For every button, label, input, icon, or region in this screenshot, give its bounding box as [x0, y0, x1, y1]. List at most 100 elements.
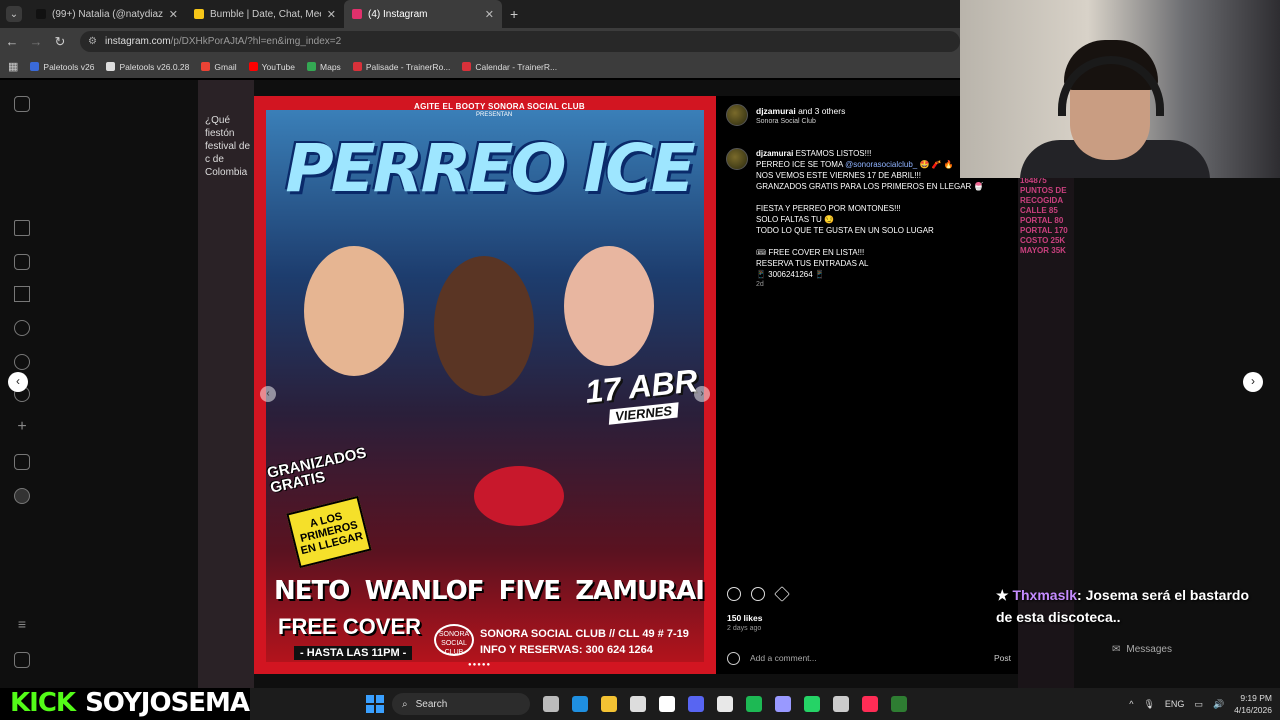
taskbar-search[interactable]: ⌕ Search [392, 693, 530, 715]
bookmark-item[interactable]: Paletools v26 [30, 62, 94, 72]
site-info-icon[interactable]: ⚙ [88, 36, 97, 47]
comment-input-row: Add a comment... Post [727, 651, 1011, 665]
bookmark-item[interactable]: Gmail [201, 61, 237, 72]
tiktok-live-icon[interactable] [862, 696, 878, 712]
bookmark-label: Palisade - TrainerRo... [365, 61, 451, 72]
post-caption: djzamurai ESTAMOS LISTOS!!! PERREO ICE S… [756, 149, 984, 279]
tab-favicon-icon [352, 9, 362, 19]
reload-icon[interactable]: ↻ [48, 34, 72, 50]
task-view-icon[interactable] [543, 696, 559, 712]
post-location[interactable]: Sonora Social Club [756, 118, 816, 125]
post-age: 2 days ago [727, 625, 762, 632]
prev-post-chevron-icon[interactable]: ‹ [8, 372, 28, 392]
bookmark-label: Paletools v26.0.28 [119, 61, 190, 72]
person-left [304, 246, 404, 376]
create-icon[interactable]: + [14, 419, 30, 436]
volume-icon[interactable]: 🔊 [1213, 699, 1224, 710]
like-heart-icon[interactable] [727, 587, 741, 601]
tiktok-icon[interactable] [659, 696, 675, 712]
language-indicator[interactable]: ENG [1165, 699, 1185, 709]
tab-close-icon[interactable]: ✕ [327, 8, 336, 21]
premiere-icon[interactable] [775, 696, 791, 712]
whatsapp-icon[interactable] [804, 696, 820, 712]
also-from-meta-icon[interactable] [14, 652, 30, 668]
poster-top-line: AGITE EL BOOTY SONORA SOCIAL CLUB [414, 102, 585, 111]
sonora-logo: SONORA SOCIAL CLUB [434, 624, 474, 656]
browser-tab[interactable]: (99+) Natalia (@natydiazz_) | ✕ [28, 0, 186, 28]
more-menu-icon[interactable]: ≡ [14, 617, 30, 634]
explore-icon[interactable] [14, 354, 30, 370]
new-tab-button[interactable]: + [510, 6, 518, 22]
profile-avatar[interactable] [14, 488, 30, 504]
tab-close-icon[interactable]: ✕ [485, 8, 494, 21]
network-icon[interactable]: ▭ [1194, 699, 1203, 710]
system-tray: ^ 🎙 ENG ▭ 🔊 9:19 PM 4/16/2026 [1129, 688, 1272, 720]
post-header-names[interactable]: djzamurai and 3 others [756, 106, 845, 116]
store-icon[interactable] [630, 696, 646, 712]
tray-chevron-icon[interactable]: ^ [1129, 699, 1133, 709]
comment-input[interactable]: Add a comment... [750, 653, 994, 663]
tab-close-icon[interactable]: ✕ [169, 8, 178, 21]
apps-grid-icon[interactable]: ▦ [8, 60, 18, 73]
bookmark-item[interactable]: Calendar - TrainerR... [462, 62, 557, 72]
poster-dj-list: NETO WANLOF FIVE ZAMURAI [274, 576, 705, 606]
dj-name: WANLOF [364, 576, 485, 606]
address-bar: ← → ↻ ⚙ instagram.com/p/DXHkPorAJtA/?hl=… [0, 28, 960, 55]
search-icon[interactable] [14, 320, 30, 336]
clock-time: 9:19 PM [1240, 693, 1272, 703]
poster-venue: SONORA SOCIAL CLUB // CLL 49 # 7-19 [480, 628, 689, 640]
home-icon[interactable] [14, 220, 30, 236]
browser-tab[interactable]: (4) Instagram ✕ [344, 0, 502, 28]
messages-dock[interactable]: ✉ Messages [1112, 644, 1172, 655]
chrome-icon[interactable] [717, 696, 733, 712]
shaved-ice-cup [474, 466, 564, 526]
caption-avatar[interactable] [726, 148, 748, 170]
tab-search-button[interactable]: ⌄ [6, 6, 22, 22]
share-icon[interactable] [774, 586, 790, 602]
microphone-icon[interactable]: 🎙 [1143, 699, 1154, 710]
bookmark-favicon-icon [462, 62, 472, 71]
tab-favicon-icon [36, 9, 46, 19]
bookmark-item[interactable]: Paletools v26.0.28 [106, 62, 189, 72]
messages-icon[interactable] [14, 286, 30, 302]
person-center [434, 256, 534, 396]
dj-name: NETO [274, 576, 350, 606]
chat-username: Thxmaslk [1012, 587, 1078, 603]
image-prev-icon[interactable]: ‹ [260, 386, 276, 402]
bookmark-item[interactable]: Maps [307, 62, 341, 72]
likes-count[interactable]: 150 likes [727, 613, 762, 623]
edge-icon[interactable] [572, 696, 588, 712]
app-green-icon[interactable] [891, 696, 907, 712]
forward-icon[interactable]: → [24, 34, 48, 49]
browser-tab[interactable]: Bumble | Date, Chat, Meet New ✕ [186, 0, 344, 28]
spotify-icon[interactable] [746, 696, 762, 712]
image-next-icon[interactable]: › [694, 386, 710, 402]
caption-age: 2d [756, 281, 764, 288]
emoji-icon[interactable] [727, 651, 740, 665]
url-field[interactable]: ⚙ instagram.com/p/DXHkPorAJtA/?hl=en&img… [80, 31, 960, 52]
author-avatar[interactable] [726, 104, 748, 126]
bookmark-item[interactable]: YouTube [248, 62, 295, 72]
reels-icon[interactable] [14, 254, 30, 270]
bookmark-favicon-icon [307, 62, 317, 71]
file-explorer-icon[interactable] [601, 696, 617, 712]
tab-title: (4) Instagram [368, 8, 428, 20]
obs-icon[interactable] [833, 696, 849, 712]
post-image[interactable]: AGITE EL BOOTY SONORA SOCIAL CLUB PRESEN… [254, 96, 716, 674]
next-post-chevron-icon[interactable]: › [1243, 372, 1263, 392]
discord-icon[interactable] [688, 696, 704, 712]
instagram-logo-icon[interactable] [14, 96, 30, 112]
taskbar-search-label: Search [415, 698, 448, 710]
windows-start-icon[interactable] [366, 695, 384, 713]
poster-title: PERREO ICE [285, 130, 695, 207]
dashboard-icon[interactable] [14, 454, 30, 470]
bookmark-label: Gmail [214, 61, 237, 72]
bookmark-item[interactable]: Palisade - TrainerRo... [352, 61, 451, 72]
bookmark-label: Paletools v26 [43, 61, 95, 72]
comment-icon[interactable] [751, 587, 765, 601]
poster-presents: PRESENTAN [476, 112, 513, 118]
clock[interactable]: 9:19 PM 4/16/2026 [1234, 692, 1272, 716]
post-comment-button[interactable]: Post [994, 653, 1011, 663]
clock-date: 4/16/2026 [1234, 705, 1272, 715]
back-icon[interactable]: ← [0, 34, 24, 49]
